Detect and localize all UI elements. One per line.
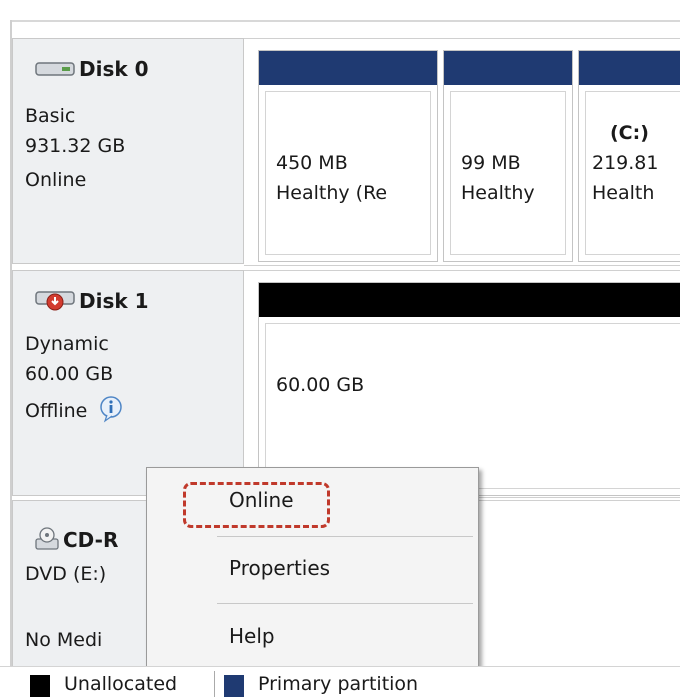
partition-efi[interactable]: 99 MB Healthy [443, 50, 573, 262]
unallocated-bar [259, 283, 680, 317]
legend-divider [214, 671, 215, 697]
cd-drive-icon [35, 527, 59, 556]
disk-0-label[interactable]: Disk 0 Basic 931.32 GB Online [12, 38, 244, 264]
partition-recovery[interactable]: 450 MB Healthy (Re [258, 50, 438, 262]
hard-disk-icon [35, 59, 75, 83]
disk-0-type: Basic [25, 105, 76, 127]
menu-separator [217, 603, 473, 604]
menu-item-help[interactable]: Help [229, 624, 275, 648]
partition-status: Health [592, 182, 655, 204]
disk-0-status: Online [25, 169, 87, 191]
disk-1-status: Offline [25, 400, 88, 422]
menu-item-online[interactable]: Online [229, 488, 294, 512]
partition-size: 60.00 GB [276, 374, 365, 396]
offline-disk-icon [35, 289, 75, 316]
cd-rom-type: DVD (E:) [25, 563, 107, 585]
partition-inner: (C:) 219.81 Health [585, 91, 680, 255]
primary-partition-bar [444, 51, 572, 85]
primary-partition-bar [259, 51, 437, 85]
cd-rom-status: No Medi [25, 629, 103, 651]
disk-1-status-row: Offline [25, 395, 125, 428]
disk-0-size: 931.32 GB [25, 135, 126, 157]
disk-1-name: Disk 1 [79, 289, 149, 313]
partition-size: 219.81 [592, 152, 659, 174]
context-menu: Online Properties Help [146, 467, 479, 667]
disk-0-title: Disk 0 [35, 57, 149, 83]
primary-partition-bar [579, 51, 680, 85]
partition-inner: 450 MB Healthy (Re [265, 91, 431, 255]
disk-1-label[interactable]: Disk 1 Dynamic 60.00 GB Offline [12, 270, 244, 496]
top-strip [0, 0, 680, 22]
disk-1-type: Dynamic [25, 333, 109, 355]
unallocated-swatch [30, 675, 50, 697]
menu-item-properties[interactable]: Properties [229, 556, 330, 580]
partition-inner: 99 MB Healthy [450, 91, 566, 255]
partition-size: 99 MB [461, 152, 521, 174]
legend-primary-partition: Primary partition [258, 673, 419, 695]
disk-1-title: Disk 1 [35, 289, 149, 316]
partition-inner: 60.00 GB [265, 323, 680, 489]
menu-separator [217, 536, 473, 537]
partition-status: Healthy (Re [276, 182, 388, 204]
partition-size: 450 MB [276, 152, 348, 174]
partition-c-drive[interactable]: (C:) 219.81 Health [578, 50, 680, 262]
disk-1-size: 60.00 GB [25, 363, 114, 385]
cd-rom-title: CD-R [35, 527, 118, 556]
disk-0-name: Disk 0 [79, 57, 149, 81]
partition-unallocated[interactable]: 60.00 GB [258, 282, 680, 496]
partition-status: Healthy [461, 182, 535, 204]
legend: Unallocated Primary partition [0, 666, 680, 700]
primary-partition-swatch [224, 675, 244, 697]
info-icon[interactable] [97, 395, 125, 428]
partition-title: (C:) [610, 122, 649, 144]
legend-unallocated: Unallocated [64, 673, 178, 695]
cd-rom-name: CD-R [63, 528, 119, 552]
